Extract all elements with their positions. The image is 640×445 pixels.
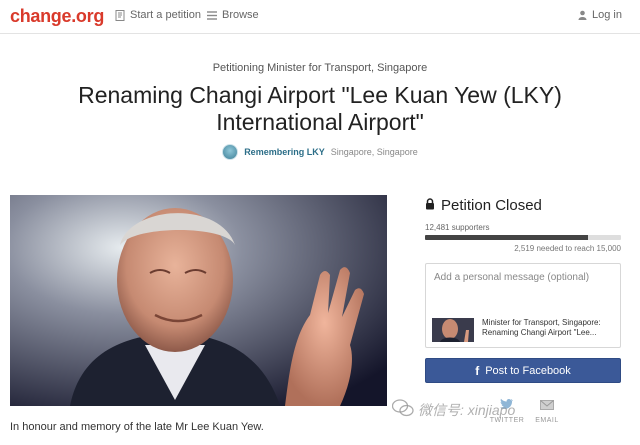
progress-fill [425, 235, 589, 240]
lock-icon [425, 197, 435, 214]
petition-title: Renaming Changi Airport "Lee Kuan Yew (L… [78, 82, 562, 135]
petition-status-panel: Petition Closed 12,481 supporters 2,519 … [425, 195, 621, 253]
post-to-facebook-button[interactable]: f Post to Facebook [425, 358, 621, 383]
change-org-logo[interactable]: change.org [10, 6, 104, 27]
browse-label: Browse [222, 9, 259, 21]
email-label: EMAIL [535, 417, 559, 424]
envelope-icon [540, 397, 554, 414]
wechat-icon [391, 399, 414, 420]
petition-closed-heading: Petition Closed [425, 195, 621, 215]
start-petition-label: Start a petition [130, 9, 201, 21]
petition-photo [10, 195, 387, 406]
login-link[interactable]: Log in [578, 9, 622, 21]
petition-target: Petitioning Minister for Transport, Sing… [212, 62, 428, 74]
author-avatar[interactable] [222, 144, 239, 160]
watermark-text: 微信号: xinjiapo [418, 401, 516, 418]
facebook-icon: f [475, 363, 480, 378]
post-to-facebook-label: Post to Facebook [485, 364, 571, 377]
petition-closed-label: Petition Closed [441, 196, 542, 214]
personal-message-placeholder: Add a personal message (optional) [434, 272, 590, 283]
author-name[interactable]: Remembering LKY [244, 147, 325, 157]
login-label: Log in [592, 9, 622, 21]
share-preview-thumbnail [432, 318, 474, 342]
list-icon [207, 10, 217, 20]
share-preview-text: Minister for Transport, Singapore: Renam… [482, 318, 601, 337]
author-location: Singapore, Singapore [330, 147, 418, 157]
user-icon [578, 10, 587, 20]
progress-bar [425, 235, 621, 240]
petition-author: Remembering LKY Singapore, Singapore [0, 144, 640, 160]
signatures-needed: 2,519 needed to reach 15,000 [514, 244, 621, 253]
email-share-button[interactable]: EMAIL [527, 397, 567, 424]
share-preview: Minister for Transport, Singapore: Renam… [432, 318, 614, 342]
petition-icon [115, 9, 125, 21]
personal-message-field[interactable]: Add a personal message (optional) Minist… [425, 263, 621, 348]
start-petition-link[interactable]: Start a petition [115, 9, 201, 21]
wechat-watermark: 微信号: xinjiapo [391, 399, 516, 420]
supporters-count: 12,481 supporters [425, 223, 490, 232]
photo-caption: In honour and memory of the late Mr Lee … [10, 421, 264, 433]
browse-link[interactable]: Browse [207, 9, 259, 21]
top-navigation-bar: change.org Start a petition Browse Log i… [0, 0, 640, 34]
